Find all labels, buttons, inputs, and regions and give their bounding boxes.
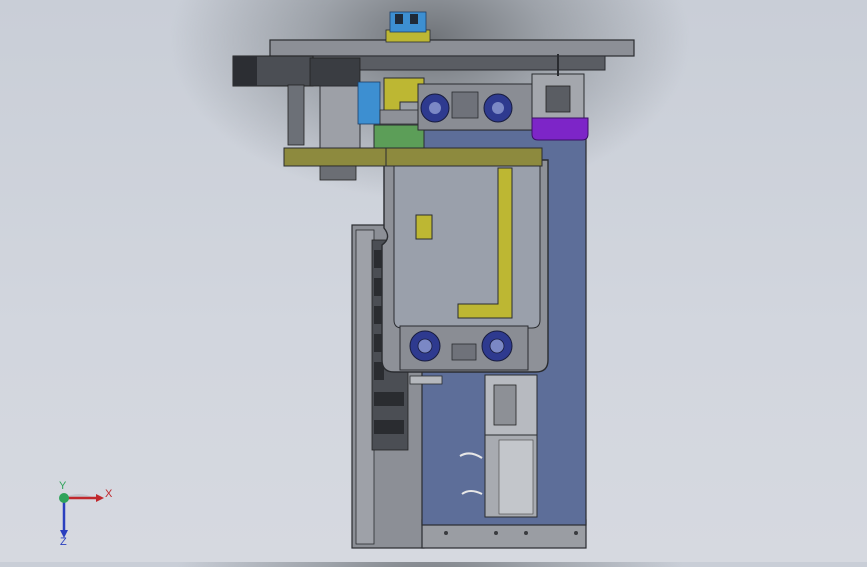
cad-model-drawing bbox=[232, 11, 635, 549]
cad-viewport[interactable]: X Y Z bbox=[0, 0, 867, 562]
axis-z-label: Z bbox=[60, 536, 67, 548]
upper-chuck-block bbox=[417, 83, 537, 131]
top-connector-blocks bbox=[385, 11, 431, 43]
coordinate-triad: X Y Z bbox=[40, 480, 120, 550]
lower-chuck-block bbox=[399, 325, 529, 371]
axis-y-label: Y bbox=[59, 480, 67, 492]
upper-mechanism bbox=[319, 77, 431, 152]
axis-x-label: X bbox=[105, 488, 113, 500]
